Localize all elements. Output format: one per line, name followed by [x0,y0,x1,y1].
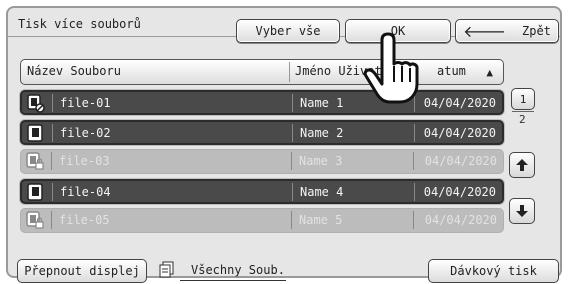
files-filter-icon [159,261,174,278]
file-name-cell: file-04 [60,184,111,199]
scroll-up-button[interactable] [509,152,535,178]
cell-divider [414,182,415,201]
file-name-cell: file-03 [59,154,110,168]
arrow-left-icon: 🡐 [463,22,506,41]
date-cell: 04/04/2020 [424,213,497,227]
user-name-cell: Name 5 [299,213,343,227]
date-cell: 04/04/2020 [423,125,496,140]
switch-display-button[interactable]: Přepnout displej [17,259,147,283]
page-total: 2 [519,113,526,126]
list-header: Název Souboru Jméno Uživat atum ▲ [20,59,504,85]
file-password-icon [26,211,44,229]
file-name-cell: file-05 [59,213,110,227]
file-name-cell: file-01 [60,96,111,110]
file-filter-label[interactable]: Všechny Soub. [191,263,285,277]
sort-ascending-icon[interactable]: ▲ [486,66,493,79]
cell-divider [52,182,53,201]
cell-divider [52,123,53,142]
cell-divider [413,211,414,229]
file-icon [27,123,43,142]
column-header-file-name[interactable]: Název Souboru [27,64,121,78]
file-name-cell: file-02 [60,125,111,140]
cell-divider [51,152,52,170]
file-password-icon [26,152,44,170]
user-name-cell: Name 4 [300,184,344,199]
page-number-button[interactable]: 1 [511,88,535,110]
cell-divider [292,123,293,142]
hand-pointer-icon [363,32,419,104]
table-row[interactable]: file-04 Name 4 04/04/2020 [20,178,504,204]
date-cell: 04/04/2020 [424,154,497,168]
cell-divider [292,94,293,112]
date-cell: 04/04/2020 [423,184,496,199]
file-locked-icon [27,94,45,113]
cell-divider [291,152,292,170]
file-icon [27,182,43,201]
scroll-down-button[interactable] [509,198,535,224]
cell-divider [414,123,415,142]
user-name-cell: Name 3 [299,154,343,168]
user-name-cell: Name 2 [300,125,344,140]
column-header-date[interactable]: atum [437,64,466,78]
column-divider [289,62,290,82]
select-all-button[interactable]: Vyber vše [236,19,340,43]
page-divider [512,111,534,112]
cell-divider [51,211,52,229]
back-button-label: Zpět [522,24,551,38]
filter-underline [180,280,286,281]
page-title: Tisk více souborů [18,17,141,31]
cell-divider [52,94,53,112]
table-row[interactable]: file-02 Name 2 04/04/2020 [20,119,504,145]
arrow-up-icon [516,159,528,171]
arrow-down-icon [516,205,528,217]
cell-divider [413,152,414,170]
cell-divider [292,182,293,201]
batch-print-button[interactable]: Dávkový tisk [428,259,559,283]
back-button[interactable]: 🡐 Zpět [455,19,559,43]
date-cell: 04/04/2020 [423,96,496,110]
table-row: file-05 Name 5 04/04/2020 [20,208,504,233]
user-name-cell: Name 1 [300,96,344,110]
table-row: file-03 Name 3 04/04/2020 [20,149,504,174]
cell-divider [291,211,292,229]
table-row[interactable]: file-01 Name 1 04/04/2020 [20,90,504,115]
